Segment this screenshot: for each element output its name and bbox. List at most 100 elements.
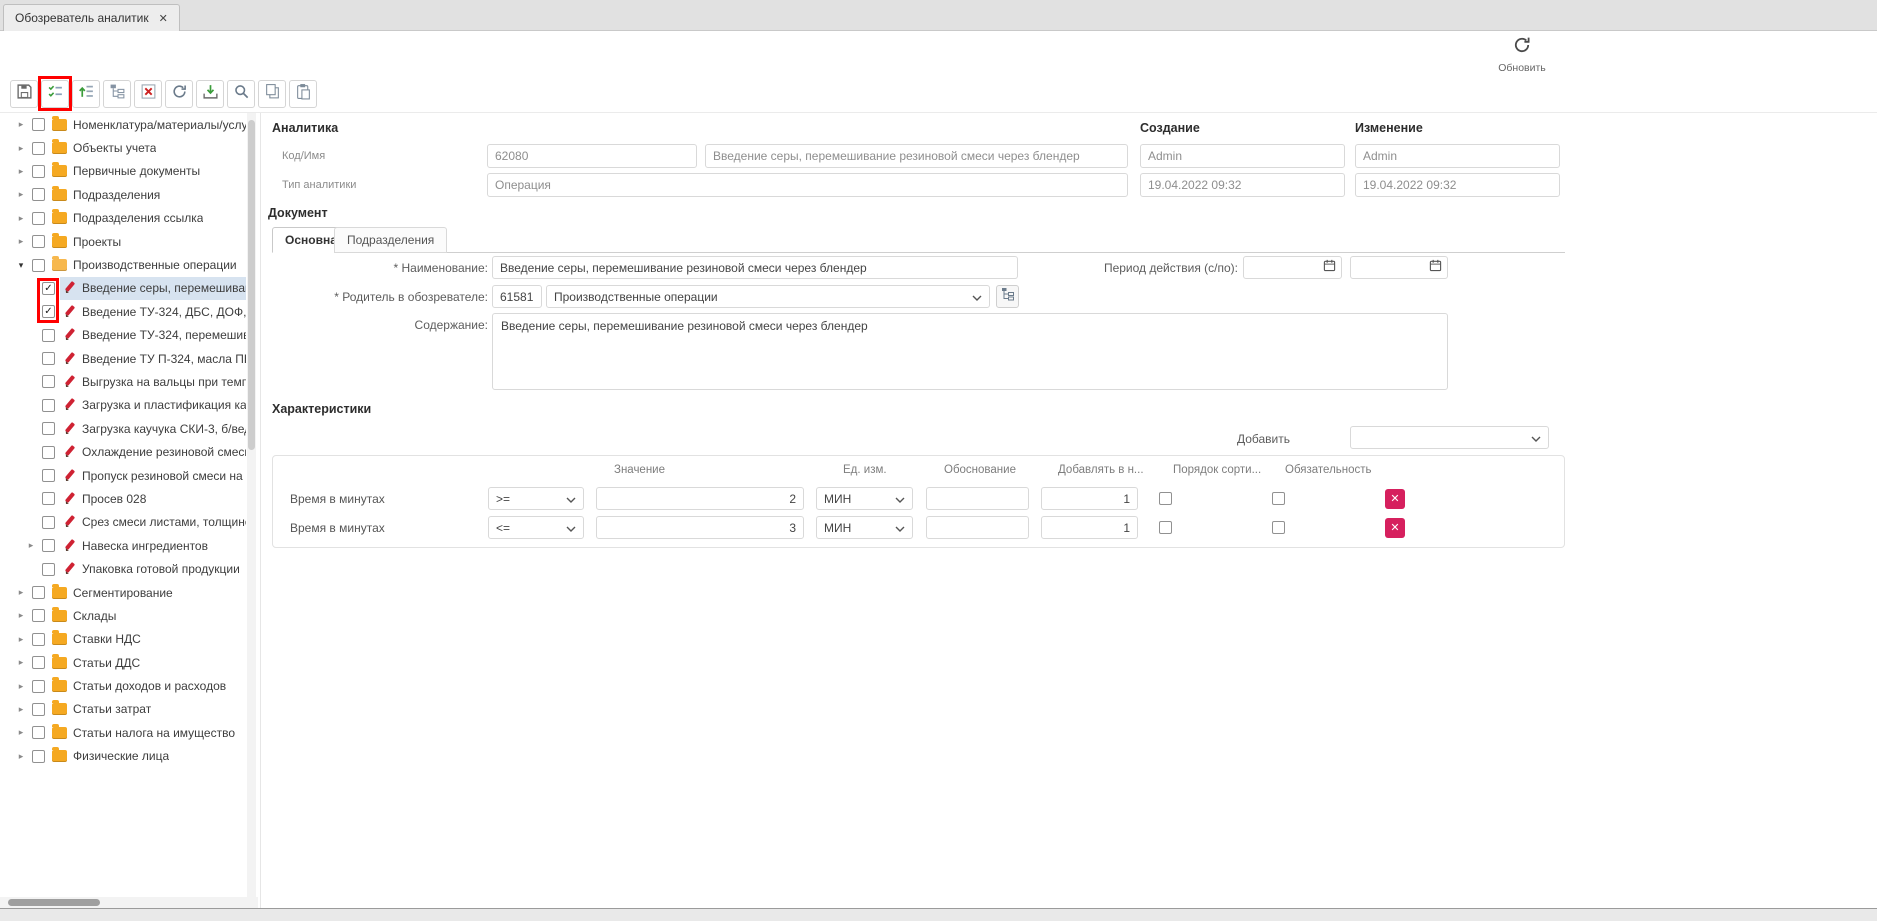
analytics-type-field[interactable] xyxy=(487,173,1128,197)
tree-item-checkbox[interactable] xyxy=(42,469,55,482)
delete-row-button[interactable]: ✕ xyxy=(1385,518,1405,538)
paste-button[interactable] xyxy=(289,80,317,108)
expand-arrow-icon[interactable]: ▸ xyxy=(14,587,28,598)
code-field[interactable] xyxy=(487,144,697,168)
open-tree-picker-button[interactable] xyxy=(996,285,1019,308)
tree-item-operation[interactable]: ✓Введение ТУ-324, ДБС, ДОФ, пер xyxy=(10,300,246,323)
unit-select[interactable]: МИН xyxy=(816,487,913,510)
name-field[interactable] xyxy=(705,144,1128,168)
export-tree-button[interactable] xyxy=(72,80,100,108)
required-checkbox[interactable] xyxy=(1272,492,1285,505)
tree-item-folder[interactable]: ▸Статьи налога на имущество xyxy=(10,721,246,744)
refresh-button[interactable]: Обновить xyxy=(1493,35,1551,74)
tree-item-folder[interactable]: ▸Подразделения ссылка xyxy=(10,207,246,230)
tree-item-checkbox[interactable]: ✓ xyxy=(42,305,55,318)
tree-item-folder-expanded[interactable]: ▾Производственные операции xyxy=(10,253,246,276)
tree-item-folder[interactable]: ▸Сегментирование xyxy=(10,581,246,604)
justification-field[interactable] xyxy=(926,516,1029,539)
expand-arrow-icon[interactable]: ▸ xyxy=(14,657,28,668)
tree-item-checkbox[interactable] xyxy=(42,422,55,435)
tree-item-checkbox[interactable] xyxy=(32,235,45,248)
expand-arrow-icon[interactable]: ▸ xyxy=(14,189,28,200)
tree-item-operation-selected[interactable]: ✓Введение серы, перемешивание xyxy=(10,277,246,300)
refresh-toolbar-button[interactable] xyxy=(165,80,193,108)
tree-item-checkbox[interactable] xyxy=(32,726,45,739)
tree-vertical-scrollbar[interactable] xyxy=(247,113,256,898)
expand-arrow-icon[interactable]: ▸ xyxy=(14,681,28,692)
tree-item-checkbox[interactable] xyxy=(42,329,55,342)
add-to-field[interactable] xyxy=(1041,487,1138,510)
tree-item-checkbox[interactable] xyxy=(42,539,55,552)
tab-analytics-browser[interactable]: Обозреватель аналитик ✕ xyxy=(3,4,180,31)
expand-arrow-icon[interactable]: ▸ xyxy=(14,213,28,224)
period-to-field[interactable] xyxy=(1350,256,1448,279)
tree-item-folder[interactable]: ▸Склады xyxy=(10,604,246,627)
sort-order-checkbox[interactable] xyxy=(1159,521,1172,534)
tree-item-operation[interactable]: Загрузка каучука СКИ-3, б/ведр xyxy=(10,417,246,440)
expand-arrow-icon[interactable]: ▸ xyxy=(24,540,38,551)
expand-arrow-icon[interactable]: ▸ xyxy=(14,236,28,247)
modified-by-field[interactable] xyxy=(1355,144,1560,168)
copy-button[interactable] xyxy=(258,80,286,108)
tree-item-checkbox[interactable]: ✓ xyxy=(42,282,55,295)
expand-arrow-icon[interactable]: ▸ xyxy=(14,143,28,154)
value-field[interactable] xyxy=(596,487,804,510)
tab-close-icon[interactable]: ✕ xyxy=(159,12,168,25)
import-button[interactable] xyxy=(196,80,224,108)
modified-at-field[interactable] xyxy=(1355,173,1560,197)
tree-item-folder[interactable]: ▸Проекты xyxy=(10,230,246,253)
tree-item-checkbox[interactable] xyxy=(42,516,55,529)
value-field[interactable] xyxy=(596,516,804,539)
expand-arrow-icon[interactable]: ▸ xyxy=(14,751,28,762)
add-characteristic-select[interactable] xyxy=(1350,426,1549,449)
parent-code-field[interactable] xyxy=(492,285,542,308)
tree-item-checkbox[interactable] xyxy=(32,680,45,693)
expand-arrow-icon[interactable]: ▸ xyxy=(14,166,28,177)
tree-item-checkbox[interactable] xyxy=(42,446,55,459)
tree-item-operation[interactable]: Просев 028 xyxy=(10,487,246,510)
doc-name-field[interactable] xyxy=(492,256,1018,279)
justification-field[interactable] xyxy=(926,487,1029,510)
tree-vertical-scrollbar-thumb[interactable] xyxy=(248,120,255,450)
tree-item-checkbox[interactable] xyxy=(42,492,55,505)
tree-item-checkbox[interactable] xyxy=(32,633,45,646)
tree-item-folder[interactable]: ▸Объекты учета xyxy=(10,136,246,159)
created-by-field[interactable] xyxy=(1140,144,1345,168)
expand-arrow-icon[interactable]: ▸ xyxy=(14,727,28,738)
created-at-field[interactable] xyxy=(1140,173,1345,197)
check-list-button[interactable] xyxy=(41,80,69,108)
period-from-field[interactable] xyxy=(1243,256,1342,279)
tree-item-checkbox[interactable] xyxy=(32,703,45,716)
tree-item-folder[interactable]: ▸Статьи доходов и расходов xyxy=(10,674,246,697)
tree-item-checkbox[interactable] xyxy=(32,165,45,178)
content-textarea[interactable]: Введение серы, перемешивание резиновой с… xyxy=(492,313,1448,390)
save-button[interactable] xyxy=(10,80,38,108)
delete-row-button[interactable]: ✕ xyxy=(1385,489,1405,509)
tree-item-checkbox[interactable] xyxy=(42,563,55,576)
tree-item-folder[interactable]: ▸Физические лица xyxy=(10,745,246,768)
tree-horizontal-scrollbar-thumb[interactable] xyxy=(8,899,100,906)
tree-item-operation[interactable]: Пропуск резиновой смеси на ва xyxy=(10,464,246,487)
tree-item-operation[interactable]: Срез смеси листами, толщиной xyxy=(10,511,246,534)
tree-item-checkbox[interactable] xyxy=(42,399,55,412)
tree-item-checkbox[interactable] xyxy=(32,118,45,131)
tree-item-folder[interactable]: ▸Статьи ДДС xyxy=(10,651,246,674)
tree-item-checkbox[interactable] xyxy=(32,259,45,272)
tree-item-checkbox[interactable] xyxy=(32,609,45,622)
tree-item-operation[interactable]: Введение ТУ П-324, масла ПН-6 xyxy=(10,347,246,370)
tree-item-operation[interactable]: Выгрузка на вальцы при темпе xyxy=(10,370,246,393)
expand-arrow-icon[interactable]: ▸ xyxy=(14,634,28,645)
operator-select[interactable]: >= xyxy=(488,487,584,510)
collapse-arrow-icon[interactable]: ▾ xyxy=(14,260,28,271)
tree-horizontal-scrollbar[interactable] xyxy=(0,897,258,908)
parent-select[interactable]: Производственные операции xyxy=(546,285,990,308)
required-checkbox[interactable] xyxy=(1272,521,1285,534)
search-button[interactable] xyxy=(227,80,255,108)
tree-item-checkbox[interactable] xyxy=(32,188,45,201)
sort-order-checkbox[interactable] xyxy=(1159,492,1172,505)
tree-item-checkbox[interactable] xyxy=(42,375,55,388)
tree-item-operation[interactable]: Введение ТУ-324, перемешиван xyxy=(10,324,246,347)
expand-arrow-icon[interactable]: ▸ xyxy=(14,610,28,621)
tree-item-checkbox[interactable] xyxy=(32,212,45,225)
tree-item-checkbox[interactable] xyxy=(32,142,45,155)
